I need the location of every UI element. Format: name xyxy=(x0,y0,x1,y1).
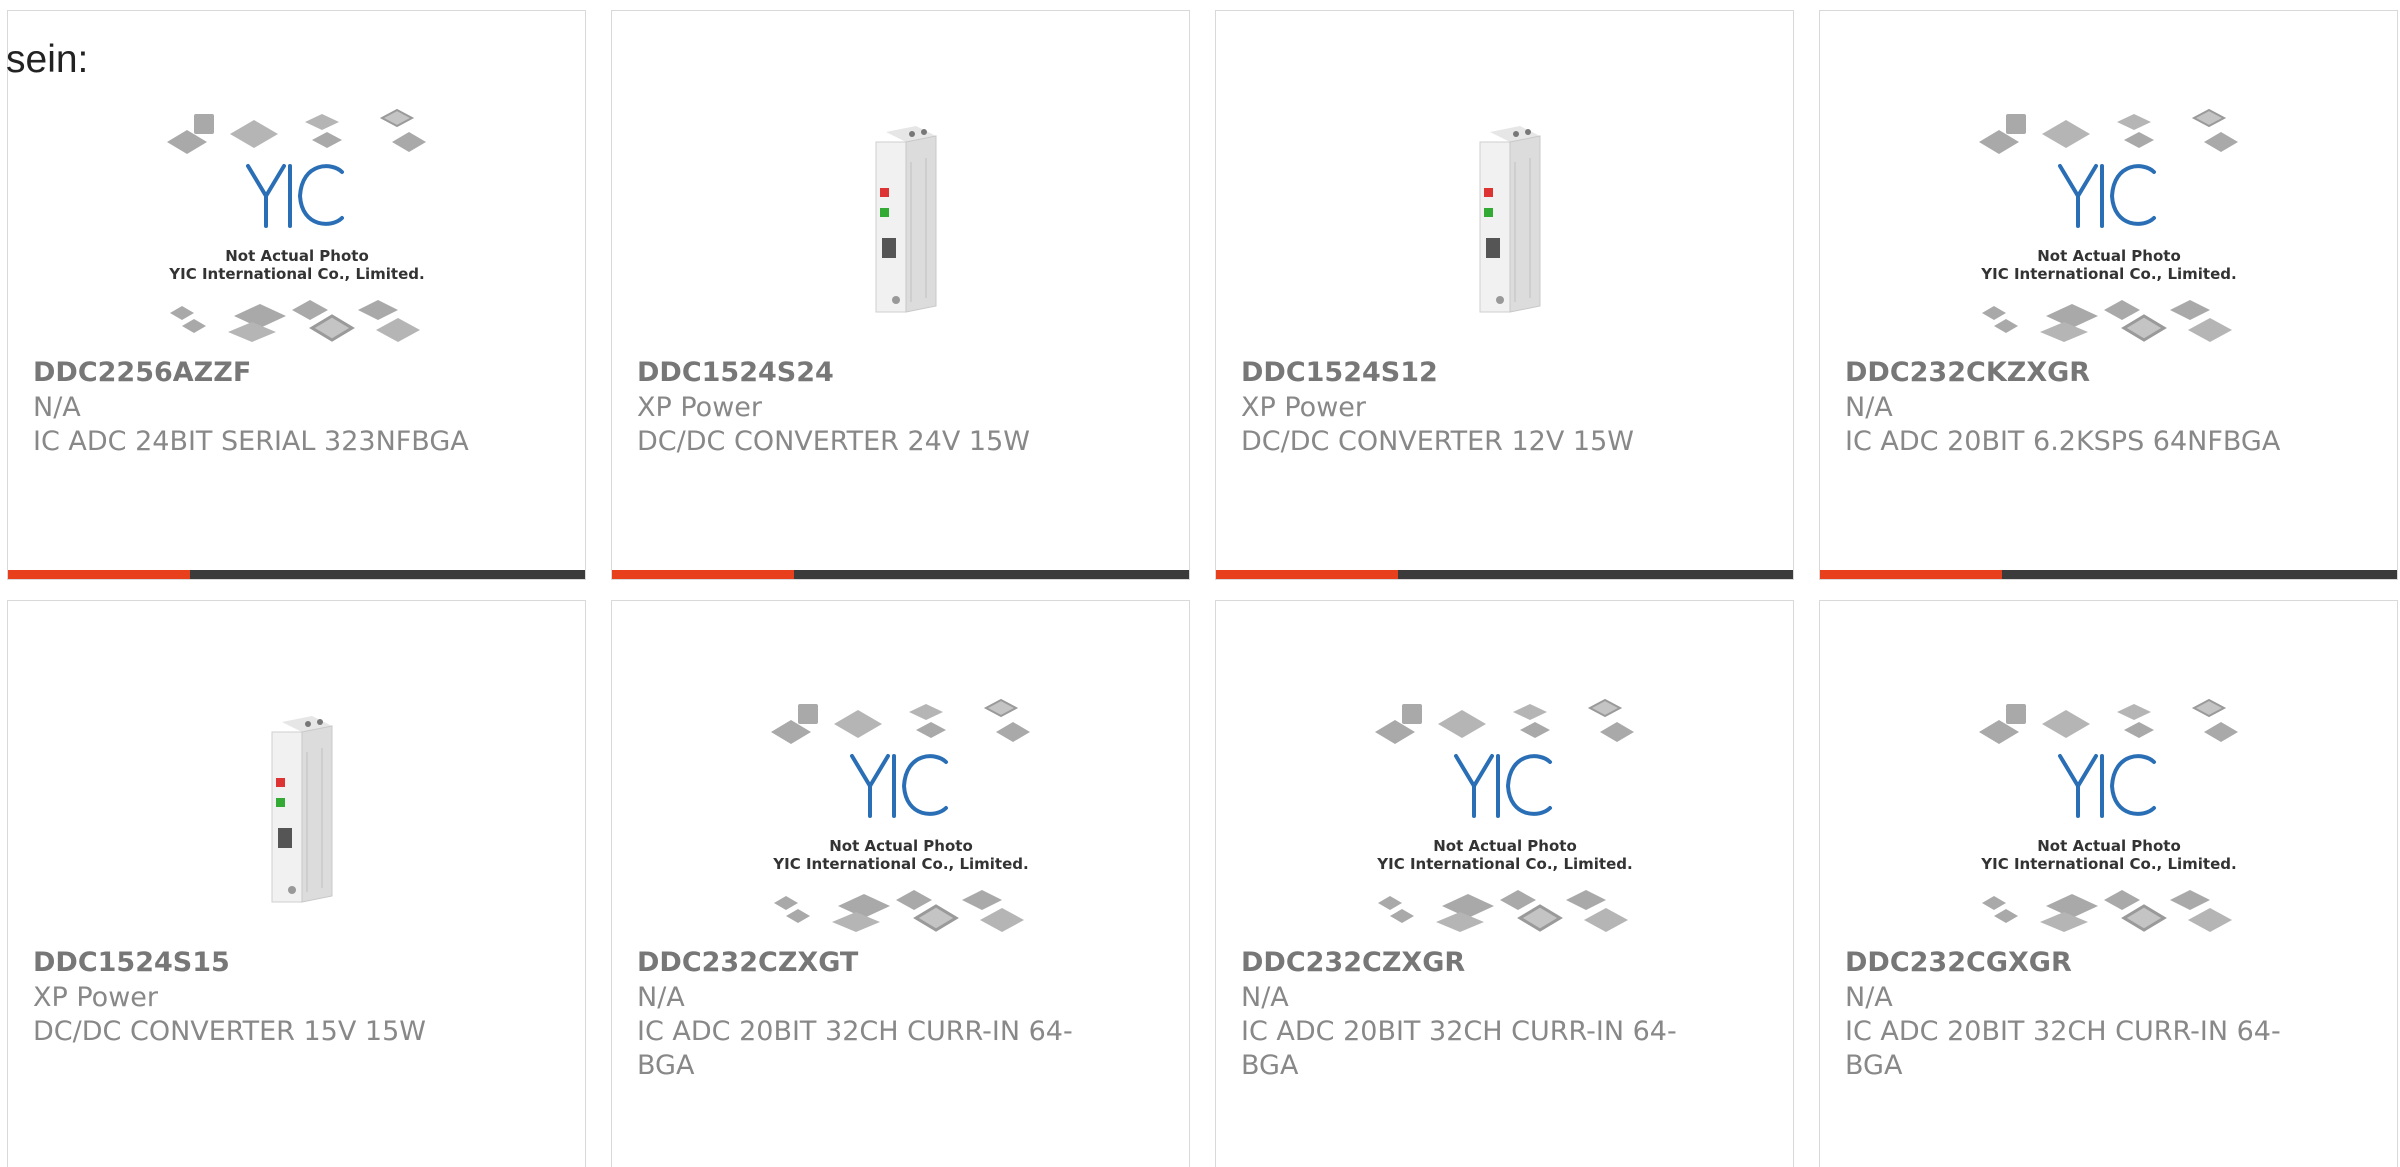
product-manufacturer: N/A xyxy=(1845,982,1893,1013)
dark-bar-segment xyxy=(2002,570,2397,579)
product-info: DDC232CKZXGR N/A IC ADC 20BIT 6.2KSPS 64NF… xyxy=(1845,355,2372,459)
product-card[interactable]: Not Actual Photo YIC International Co., … xyxy=(611,600,1190,1167)
product-manufacturer: N/A xyxy=(33,392,81,423)
din-rail-module-icon xyxy=(875,126,936,313)
placeholder-chip-icon: Not Actual Photo YIC International Co., … xyxy=(770,698,1030,932)
product-image[interactable]: Not Actual Photo YIC International Co., … xyxy=(8,95,585,361)
product-card[interactable]: Not Actual Photo YIC International Co., … xyxy=(1819,10,2398,580)
svg-text:YIC International Co., Limited: YIC International Co., Limited. xyxy=(1376,855,1632,873)
product-image[interactable] xyxy=(1216,89,1793,355)
product-part-number[interactable]: DDC232CGXGR xyxy=(1845,945,2372,981)
din-rail-module-icon xyxy=(1479,126,1540,313)
product-description: IC ADC 24BIT SERIAL 323NFBGA xyxy=(33,426,469,457)
product-info: DDC1524S15 XP Power DC/DC CONVERTER 15V 15… xyxy=(33,945,560,1049)
product-image[interactable] xyxy=(8,679,585,945)
product-card[interactable]: Not Actual Photo YIC International Co., … xyxy=(1215,600,1794,1167)
svg-text:Not Actual Photo: Not Actual Photo xyxy=(1433,837,1577,855)
svg-text:Not Actual Photo: Not Actual Photo xyxy=(829,837,973,855)
svg-text:YIC International Co., Limited: YIC International Co., Limited. xyxy=(1980,265,2236,283)
card-accent-bar xyxy=(1820,570,2397,579)
dark-bar-segment xyxy=(1398,570,1793,579)
svg-text:YIC International Co., Limited: YIC International Co., Limited. xyxy=(772,855,1028,873)
product-manufacturer: N/A xyxy=(637,982,685,1013)
product-card[interactable]: Not Actual Photo YIC International Co., … xyxy=(1819,600,2398,1167)
product-grid-page: sein: Not Actual Photo YIC International… xyxy=(0,0,2400,1167)
product-description: IC ADC 20BIT 32CH CURR-IN 64-BGA xyxy=(1241,1016,1677,1081)
card-accent-bar xyxy=(1216,570,1793,579)
product-manufacturer: XP Power xyxy=(1241,392,1366,423)
product-card[interactable]: DDC1524S24 XP Power DC/DC CONVERTER 24V 15… xyxy=(611,10,1190,580)
accent-bar-segment xyxy=(612,570,794,579)
svg-text:Not Actual Photo: Not Actual Photo xyxy=(2037,247,2181,265)
svg-text:YIC International Co., Limited: YIC International Co., Limited. xyxy=(168,265,424,283)
svg-text:Not Actual Photo: Not Actual Photo xyxy=(2037,837,2181,855)
product-part-number[interactable]: DDC1524S15 xyxy=(33,945,560,981)
product-grid: Not Actual Photo YIC International Co., … xyxy=(7,10,2398,1167)
product-part-number[interactable]: DDC1524S12 xyxy=(1241,355,1768,391)
product-info: DDC232CZXGR N/A IC ADC 20BIT 32CH CURR-IN … xyxy=(1241,945,1768,1083)
product-part-number[interactable]: DDC232CZXGT xyxy=(637,945,1164,981)
product-description: IC ADC 20BIT 32CH CURR-IN 64-BGA xyxy=(1845,1016,2281,1081)
lead-text: sein: xyxy=(6,38,89,81)
accent-bar-segment xyxy=(8,570,190,579)
product-manufacturer: N/A xyxy=(1241,982,1289,1013)
product-image[interactable]: Not Actual Photo YIC International Co., … xyxy=(612,685,1189,951)
dark-bar-segment xyxy=(190,570,585,579)
product-info: DDC232CGXGR N/A IC ADC 20BIT 32CH CURR-IN … xyxy=(1845,945,2372,1083)
product-image[interactable]: Not Actual Photo YIC International Co., … xyxy=(1820,95,2397,361)
svg-text:YIC International Co., Limited: YIC International Co., Limited. xyxy=(1980,855,2236,873)
placeholder-chip-icon: Not Actual Photo YIC International Co., … xyxy=(1978,108,2238,342)
product-manufacturer: N/A xyxy=(1845,392,1893,423)
product-card[interactable]: DDC1524S15 XP Power DC/DC CONVERTER 15V 15… xyxy=(7,600,586,1167)
product-description: DC/DC CONVERTER 12V 15W xyxy=(1241,426,1634,457)
product-part-number[interactable]: DDC232CZXGR xyxy=(1241,945,1768,981)
product-card[interactable]: Not Actual Photo YIC International Co., … xyxy=(7,10,586,580)
product-part-number[interactable]: DDC2256AZZF xyxy=(33,355,560,391)
placeholder-chip-icon: Not Actual Photo YIC International Co., … xyxy=(1978,698,2238,932)
dark-bar-segment xyxy=(794,570,1189,579)
product-image[interactable]: Not Actual Photo YIC International Co., … xyxy=(1820,685,2397,951)
placeholder-chip-icon: Not Actual Photo YIC International Co., … xyxy=(166,108,426,342)
product-image[interactable] xyxy=(612,89,1189,355)
product-image[interactable]: Not Actual Photo YIC International Co., … xyxy=(1216,685,1793,951)
product-card[interactable]: DDC1524S12 XP Power DC/DC CONVERTER 12V 15… xyxy=(1215,10,1794,580)
din-rail-module-icon xyxy=(271,716,332,903)
product-info: DDC232CZXGT N/A IC ADC 20BIT 32CH CURR-IN … xyxy=(637,945,1164,1083)
product-description: DC/DC CONVERTER 24V 15W xyxy=(637,426,1030,457)
product-description: IC ADC 20BIT 32CH CURR-IN 64-BGA xyxy=(637,1016,1073,1081)
product-info: DDC2256AZZF N/A IC ADC 24BIT SERIAL 323NFB… xyxy=(33,355,560,459)
card-accent-bar xyxy=(8,570,585,579)
accent-bar-segment xyxy=(1820,570,2002,579)
product-manufacturer: XP Power xyxy=(33,982,158,1013)
svg-text:Not Actual Photo: Not Actual Photo xyxy=(225,247,369,265)
placeholder-chip-icon: Not Actual Photo YIC International Co., … xyxy=(1374,698,1634,932)
product-info: DDC1524S12 XP Power DC/DC CONVERTER 12V 15… xyxy=(1241,355,1768,459)
product-part-number[interactable]: DDC1524S24 xyxy=(637,355,1164,391)
product-description: DC/DC CONVERTER 15V 15W xyxy=(33,1016,426,1047)
card-accent-bar xyxy=(612,570,1189,579)
accent-bar-segment xyxy=(1216,570,1398,579)
product-manufacturer: XP Power xyxy=(637,392,762,423)
product-info: DDC1524S24 XP Power DC/DC CONVERTER 24V 15… xyxy=(637,355,1164,459)
product-description: IC ADC 20BIT 6.2KSPS 64NFBGA xyxy=(1845,426,2281,457)
product-part-number[interactable]: DDC232CKZXGR xyxy=(1845,355,2372,391)
